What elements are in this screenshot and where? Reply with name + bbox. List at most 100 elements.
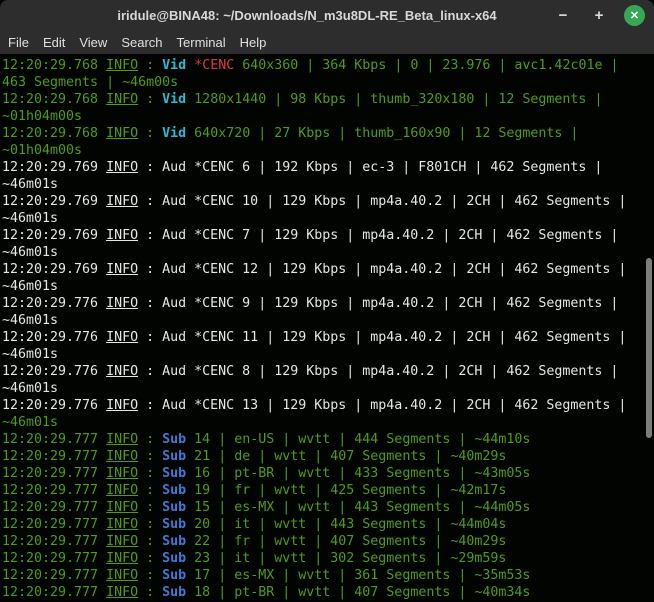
log-segment: ~46m01s bbox=[2, 415, 59, 430]
log-segment: : Aud *CENC 11 | 129 Kbps | mp4a.40.2 | … bbox=[138, 330, 627, 345]
log-segment: ~46m01s bbox=[2, 245, 59, 260]
log-segment: 12:20:29.776 bbox=[2, 398, 107, 413]
log-segment: 20 | it | wvtt | 443 Segments | ~44m04s bbox=[186, 517, 507, 532]
log-segment: : bbox=[138, 483, 163, 498]
log-segment: INFO bbox=[106, 262, 139, 277]
close-icon: ✕ bbox=[629, 10, 640, 22]
log-segment: : Aud *CENC 8 | 129 Kbps | mp4a.40.2 | 2… bbox=[138, 364, 619, 379]
log-segment: : bbox=[138, 551, 163, 566]
terminal-row: ~46m01s bbox=[2, 346, 654, 363]
log-segment: Sub bbox=[162, 449, 187, 464]
menu-terminal[interactable]: Terminal bbox=[170, 33, 233, 53]
log-segment: Sub bbox=[162, 500, 187, 515]
log-segment: 12:20:29.777 bbox=[2, 466, 107, 481]
menu-search[interactable]: Search bbox=[114, 33, 169, 53]
log-segment: Vid bbox=[162, 92, 187, 107]
terminal-row: ~46m01s bbox=[2, 414, 654, 431]
log-segment: ~01h04m00s bbox=[2, 109, 83, 124]
terminal-row: 12:20:29.777 INFO : Sub 17 | es-MX | wvt… bbox=[2, 567, 654, 584]
log-segment: INFO bbox=[106, 585, 139, 600]
log-segment: INFO bbox=[106, 449, 139, 464]
terminal-row: ~46m01s bbox=[2, 278, 654, 295]
log-segment: 19 | fr | wvtt | 425 Segments | ~42m17s bbox=[186, 483, 507, 498]
terminal-row: 463 Segments | ~46m00s bbox=[2, 74, 654, 91]
log-segment: : bbox=[138, 534, 163, 549]
log-segment: INFO bbox=[106, 483, 139, 498]
log-segment: : bbox=[138, 449, 163, 464]
terminal-row: 12:20:29.777 INFO : Sub 22 | fr | wvtt |… bbox=[2, 533, 654, 550]
log-segment: : Aud *CENC 10 | 129 Kbps | mp4a.40.2 | … bbox=[138, 194, 627, 209]
maximize-icon: + bbox=[594, 7, 604, 24]
maximize-button[interactable]: + bbox=[588, 5, 610, 27]
log-segment: ~46m01s bbox=[2, 313, 59, 328]
terminal-output[interactable]: 12:20:29.768 INFO : Vid *CENC 640x360 | … bbox=[0, 54, 654, 602]
log-segment: : Aud *CENC 12 | 129 Kbps | mp4a.40.2 | … bbox=[138, 262, 627, 277]
terminal-row: ~46m01s bbox=[2, 176, 654, 193]
terminal-window: iridule@BINA48: ~/Downloads/N_m3u8DL-RE_… bbox=[0, 0, 654, 602]
terminal-row: 12:20:29.776 INFO : Aud *CENC 9 | 129 Kb… bbox=[2, 295, 654, 312]
log-segment: 12:20:29.769 bbox=[2, 160, 107, 175]
terminal-row: ~46m01s bbox=[2, 380, 654, 397]
menu-help[interactable]: Help bbox=[233, 33, 274, 53]
log-segment: 12:20:29.777 bbox=[2, 517, 107, 532]
log-segment: : bbox=[138, 92, 163, 107]
log-segment: INFO bbox=[106, 466, 139, 481]
scrollbar-thumb[interactable] bbox=[646, 258, 652, 438]
log-segment: INFO bbox=[106, 500, 139, 515]
log-segment: ~01h04m00s bbox=[2, 143, 83, 158]
log-segment: INFO bbox=[106, 58, 139, 73]
log-segment: INFO bbox=[106, 432, 139, 447]
log-segment: INFO bbox=[106, 568, 139, 583]
log-segment: 14 | en-US | wvtt | 444 Segments | ~44m1… bbox=[186, 432, 531, 447]
terminal-row: 12:20:29.769 INFO : Aud *CENC 7 | 129 Kb… bbox=[2, 227, 654, 244]
terminal-row: 12:20:29.768 INFO : Vid 1280x1440 | 98 K… bbox=[2, 91, 654, 108]
minimize-button[interactable]: − bbox=[552, 5, 574, 27]
window-titlebar[interactable]: iridule@BINA48: ~/Downloads/N_m3u8DL-RE_… bbox=[0, 0, 654, 31]
log-segment: INFO bbox=[106, 534, 139, 549]
close-button[interactable]: ✕ bbox=[624, 5, 645, 26]
terminal-row: 12:20:29.777 INFO : Sub 19 | fr | wvtt |… bbox=[2, 482, 654, 499]
terminal-row: 12:20:29.769 INFO : Aud *CENC 6 | 192 Kb… bbox=[2, 159, 654, 176]
terminal-row: 12:20:29.776 INFO : Aud *CENC 13 | 129 K… bbox=[2, 397, 654, 414]
log-segment: 12:20:29.777 bbox=[2, 500, 107, 515]
menu-file[interactable]: File bbox=[1, 33, 36, 53]
log-segment: Sub bbox=[162, 466, 187, 481]
window-controls: − + ✕ bbox=[548, 5, 654, 27]
log-segment: 12:20:29.768 bbox=[2, 58, 107, 73]
log-segment: 16 | pt-BR | wvtt | 433 Segments | ~43m0… bbox=[186, 466, 531, 481]
log-segment: 12:20:29.769 bbox=[2, 228, 107, 243]
log-segment: : bbox=[138, 432, 163, 447]
log-segment: Vid bbox=[162, 126, 187, 141]
menu-view[interactable]: View bbox=[72, 33, 114, 53]
window-title: iridule@BINA48: ~/Downloads/N_m3u8DL-RE_… bbox=[117, 8, 497, 23]
log-segment: 12:20:29.768 bbox=[2, 126, 107, 141]
log-segment: ~46m01s bbox=[2, 279, 59, 294]
log-segment: 640x360 | 364 Kbps | 0 | 23.976 | avc1.4… bbox=[234, 58, 619, 73]
log-segment: INFO bbox=[106, 160, 139, 175]
log-segment: Sub bbox=[162, 432, 187, 447]
log-segment: : bbox=[138, 517, 163, 532]
log-segment: 23 | it | wvtt | 302 Segments | ~29m59s bbox=[186, 551, 507, 566]
terminal-row: 12:20:29.776 INFO : Aud *CENC 11 | 129 K… bbox=[2, 329, 654, 346]
menu-edit[interactable]: Edit bbox=[36, 33, 72, 53]
log-segment: ~46m01s bbox=[2, 381, 59, 396]
log-segment: INFO bbox=[106, 92, 139, 107]
terminal-row: ~01h04m00s bbox=[2, 108, 654, 125]
log-segment: : bbox=[138, 58, 163, 73]
menubar: File Edit View Search Terminal Help bbox=[0, 31, 654, 54]
log-segment: : Aud *CENC 13 | 129 Kbps | mp4a.40.2 | … bbox=[138, 398, 627, 413]
log-segment: ~46m01s bbox=[2, 347, 59, 362]
log-segment: : bbox=[138, 500, 163, 515]
log-segment: *CENC bbox=[194, 58, 235, 73]
terminal-row: 12:20:29.777 INFO : Sub 15 | es-MX | wvt… bbox=[2, 499, 654, 516]
log-segment: : bbox=[138, 568, 163, 583]
log-segment: 12:20:29.769 bbox=[2, 194, 107, 209]
log-segment: 21 | de | wvtt | 407 Segments | ~40m29s bbox=[186, 449, 507, 464]
log-segment: 22 | fr | wvtt | 407 Segments | ~40m29s bbox=[186, 534, 507, 549]
log-segment: 18 | pt-BR | wvtt | 407 Segments | ~40m3… bbox=[186, 585, 531, 600]
log-segment: 17 | es-MX | wvtt | 361 Segments | ~35m5… bbox=[186, 568, 531, 583]
log-segment: ~46m01s bbox=[2, 211, 59, 226]
log-segment: 12:20:29.776 bbox=[2, 330, 107, 345]
log-segment: : Aud *CENC 7 | 129 Kbps | mp4a.40.2 | 2… bbox=[138, 228, 619, 243]
log-segment: INFO bbox=[106, 551, 139, 566]
